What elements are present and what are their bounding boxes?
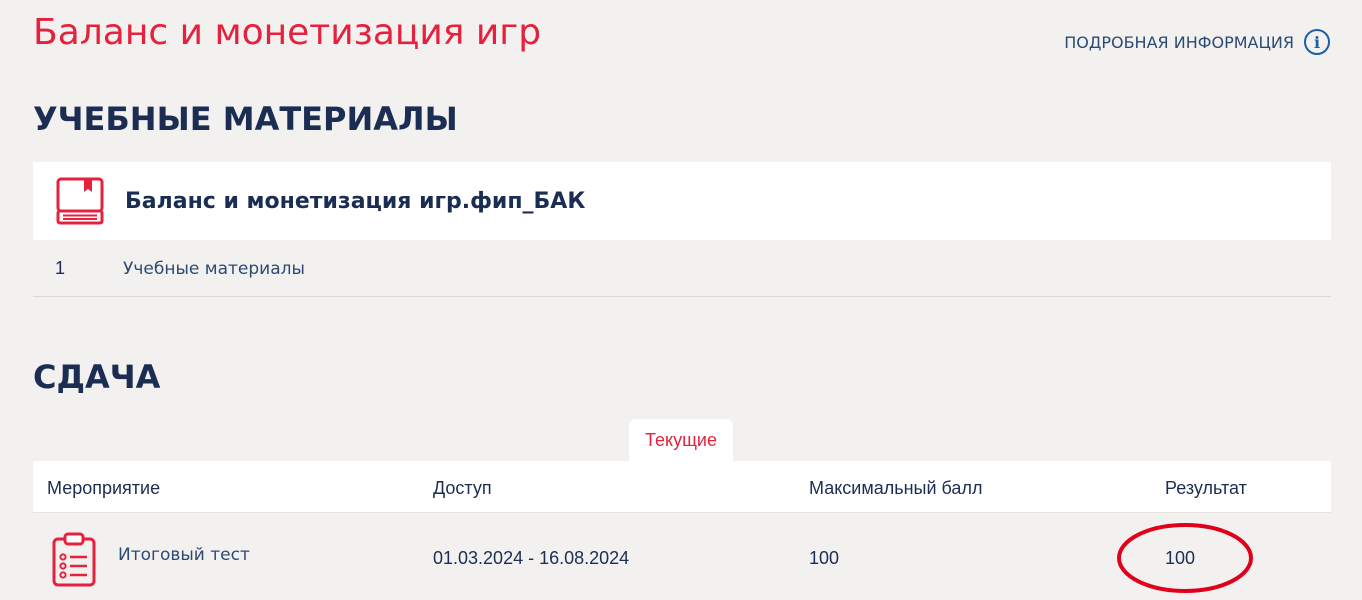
materials-section-title: УЧЕБНЫЕ МАТЕРИАЛЫ [33,100,458,138]
annotation-circle [1117,523,1253,593]
event-link[interactable]: Итоговый тест [118,545,250,565]
tab-current[interactable]: Текущие [629,419,733,461]
book-icon [56,177,104,225]
materials-link[interactable]: Учебные материалы [123,259,305,279]
page-title: Баланс и монетизация игр [33,12,542,53]
more-info-label[interactable]: ПОДРОБНАЯ ИНФОРМАЦИЯ [1064,33,1294,52]
submission-section-title: СДАЧА [33,358,161,396]
max-score-value: 100 [809,548,840,568]
row-number: 1 [55,258,66,278]
materials-card: Баланс и монетизация игр.фип_БАК [33,162,1331,240]
access-period: 01.03.2024 - 16.08.2024 [433,548,630,568]
column-header-access: Доступ [433,478,492,498]
materials-card-title: Баланс и монетизация игр.фип_БАК [125,188,586,214]
more-info-link[interactable]: ПОДРОБНАЯ ИНФОРМАЦИЯ i [1064,29,1330,55]
column-header-result: Результат [1165,478,1247,498]
table-header: Мероприятие Доступ Максимальный балл Рез… [33,461,1331,513]
column-header-max-score: Максимальный балл [809,478,983,498]
table-row: Итоговый тест 01.03.2024 - 16.08.2024 10… [33,514,1331,600]
info-circle-icon[interactable]: i [1304,29,1330,55]
column-header-event: Мероприятие [47,478,161,498]
list-item[interactable]: 1 Учебные материалы [33,241,1331,297]
clipboard-list-icon [52,532,96,587]
